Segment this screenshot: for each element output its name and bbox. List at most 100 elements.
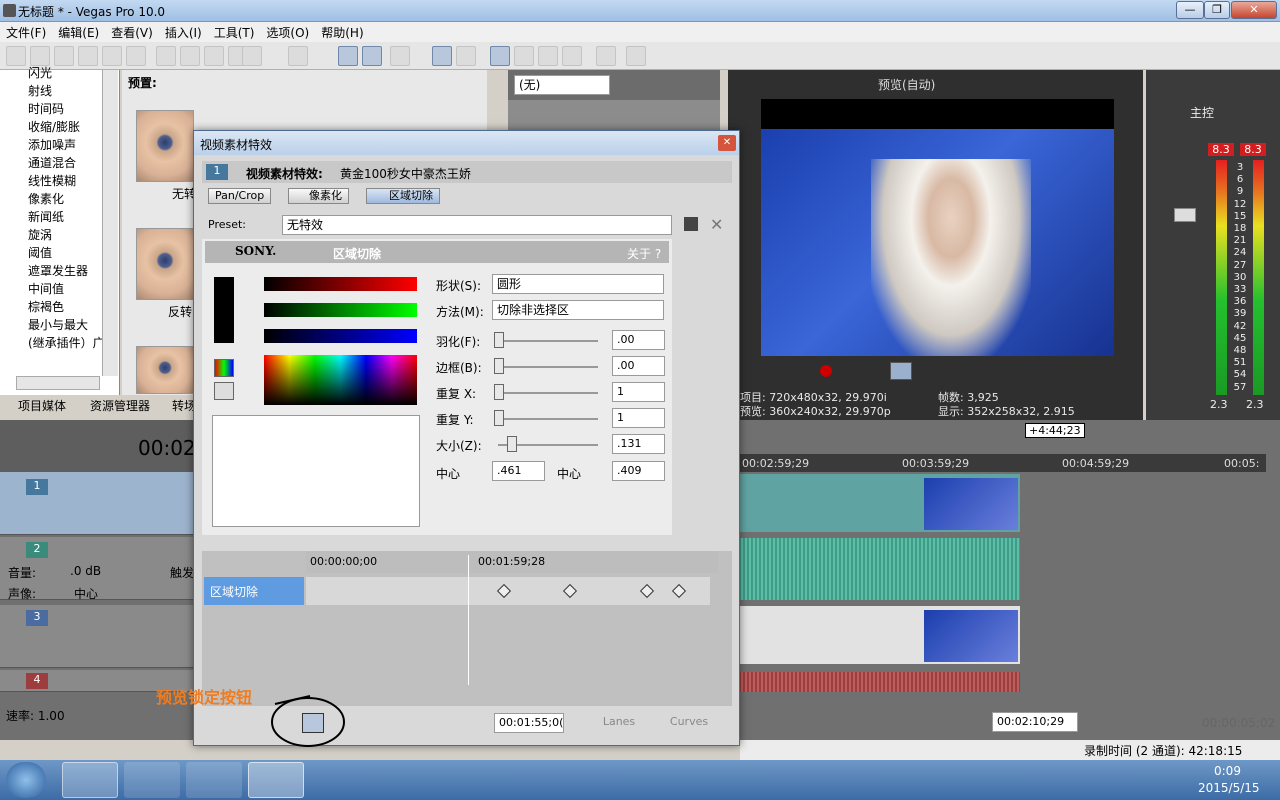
render-icon[interactable] (102, 46, 122, 66)
chain-pixelate[interactable]: 像素化 (288, 188, 349, 204)
minimize-button[interactable]: — (1176, 1, 1204, 19)
preset-thumbnail[interactable] (136, 228, 194, 300)
transport-controls (820, 362, 1060, 380)
vegas-icon[interactable] (248, 762, 304, 798)
blue-slider[interactable] (264, 329, 417, 343)
center-x-value[interactable]: .461 (492, 461, 545, 481)
size-value[interactable]: .131 (612, 434, 665, 454)
about-link[interactable]: 关于 ? (627, 245, 661, 262)
record-icon[interactable] (820, 365, 832, 377)
media-fx-icon[interactable] (596, 46, 616, 66)
menu-options[interactable]: 选项(O) (260, 22, 315, 41)
track-header-2[interactable]: 2 音量: .0 dB 触发 声像: 中心 (0, 537, 195, 601)
start-button[interactable] (6, 762, 46, 798)
menu-help[interactable]: 帮助(H) (315, 22, 369, 41)
chain-pan-crop[interactable]: Pan/Crop (208, 188, 272, 204)
whats-this-icon[interactable] (626, 46, 646, 66)
save-as-icon[interactable] (78, 46, 98, 66)
green-slider[interactable] (264, 303, 417, 317)
normal-edit-tool-icon[interactable] (490, 46, 510, 66)
repeat-y-label: 重复 Y: (436, 413, 474, 427)
feather-slider-handle[interactable] (494, 332, 504, 348)
ripple-icon[interactable] (390, 46, 410, 66)
menu-insert[interactable]: 插入(I) (159, 22, 208, 41)
track-header-1[interactable]: 1 (0, 472, 195, 535)
center-y-value[interactable]: .409 (612, 461, 665, 481)
shape-select[interactable]: 圆形 (492, 274, 664, 294)
eyedropper-icon[interactable] (214, 382, 234, 400)
keyframe-track-label[interactable]: 区域切除 (204, 577, 304, 605)
keyframe-time[interactable]: 00:01:55;0( (494, 713, 564, 733)
color-spectrum[interactable] (264, 355, 417, 405)
auto-crossfade-icon[interactable] (362, 46, 382, 66)
method-select[interactable]: 切除非选择区 (492, 300, 664, 320)
ie-icon[interactable] (62, 762, 118, 798)
tab-project-media[interactable]: 项目媒体 (18, 397, 66, 414)
copy-icon[interactable] (180, 46, 200, 66)
paste-icon[interactable] (204, 46, 224, 66)
curves-button[interactable]: Curves (654, 715, 724, 728)
new-icon[interactable] (6, 46, 26, 66)
repeat-x-label: 重复 X: (436, 387, 477, 401)
envelope-tool-icon[interactable] (514, 46, 534, 66)
border-slider[interactable] (498, 366, 598, 368)
cut-icon[interactable] (156, 46, 176, 66)
border-value[interactable]: .00 (612, 356, 665, 376)
border-slider-handle[interactable] (494, 358, 504, 374)
properties-icon[interactable] (126, 46, 146, 66)
folder-icon[interactable] (124, 762, 180, 798)
lock-envelopes-icon[interactable] (432, 46, 452, 66)
quality-select[interactable]: (无) (514, 75, 610, 95)
feather-slider[interactable] (498, 340, 598, 342)
dialog-close-button[interactable]: ✕ (718, 135, 736, 151)
repeat-y-slider[interactable] (498, 418, 598, 420)
feather-value[interactable]: .00 (612, 330, 665, 350)
redo-icon[interactable] (288, 46, 308, 66)
menu-file[interactable]: 文件(F) (0, 22, 52, 41)
time-ruler: 00:02:59;29 00:03:59;29 00:04:59;29 00:0… (740, 454, 1266, 472)
size-label: 大小(Z): (436, 439, 482, 453)
selection-tool-icon[interactable] (538, 46, 558, 66)
save-preset-icon[interactable] (684, 217, 698, 231)
open-icon[interactable] (30, 46, 50, 66)
undo-icon[interactable] (242, 46, 262, 66)
menu-tools[interactable]: 工具(T) (208, 22, 261, 41)
enable-snapping-icon[interactable] (338, 46, 358, 66)
preview-mode[interactable]: 预览(自动) (878, 76, 935, 93)
repeat-x-value[interactable]: 1 (612, 382, 665, 402)
audio-clip[interactable] (740, 538, 1020, 600)
browser-icon[interactable] (186, 762, 242, 798)
preview-info-preview: 预览: 360x240x32, 29.970p (740, 405, 891, 418)
ignore-grouping-icon[interactable] (456, 46, 476, 66)
repeat-y-slider-handle[interactable] (494, 410, 504, 426)
master-label: 主控 (1190, 106, 1215, 120)
cursor-time[interactable]: 00:02:10;29 (992, 712, 1078, 732)
zoom-tool-icon[interactable] (562, 46, 582, 66)
repeat-x-slider[interactable] (498, 392, 598, 394)
track-header-3[interactable]: 3 (0, 605, 195, 668)
chain-cookie-cutter[interactable]: 区域切除 (366, 188, 440, 204)
vertical-scrollbar[interactable] (102, 70, 118, 376)
menu-view[interactable]: 查看(V) (105, 22, 159, 41)
maximize-button[interactable]: ❐ (1204, 1, 1230, 19)
master-fader-handle[interactable] (1174, 208, 1196, 222)
tray-date[interactable]: 2015/5/15 (1198, 781, 1260, 795)
repeat-x-slider-handle[interactable] (494, 384, 504, 400)
tab-explorer[interactable]: 资源管理器 (90, 397, 150, 414)
color-picker-icon[interactable] (214, 359, 234, 377)
delete-preset-icon[interactable]: ✕ (710, 215, 723, 234)
close-button[interactable]: ✕ (1231, 1, 1277, 19)
tray-time[interactable]: 0:09 (1214, 764, 1241, 778)
audio-clip[interactable] (740, 672, 1020, 692)
red-slider[interactable] (264, 277, 417, 291)
repeat-y-value[interactable]: 1 (612, 408, 665, 428)
size-slider-handle[interactable] (507, 436, 517, 452)
preset-thumbnail[interactable] (136, 346, 194, 394)
save-icon[interactable] (54, 46, 74, 66)
preset-select[interactable]: 无特效 (282, 215, 672, 235)
lanes-button[interactable]: Lanes (584, 715, 654, 728)
menu-edit[interactable]: 编辑(E) (52, 22, 105, 41)
preset-thumbnail[interactable] (136, 110, 194, 182)
horizontal-scrollbar[interactable] (16, 376, 100, 390)
play-icon[interactable] (890, 362, 912, 380)
